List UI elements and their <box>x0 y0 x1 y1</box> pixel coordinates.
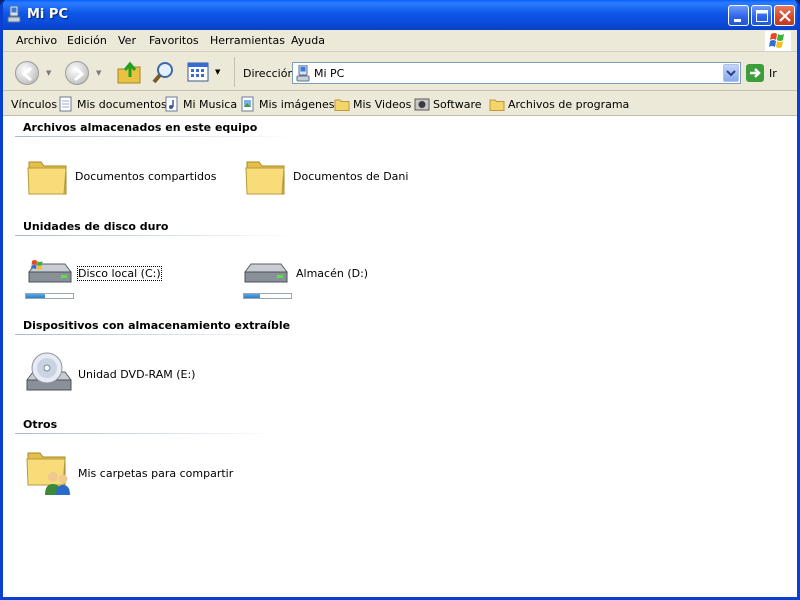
music-document-icon <box>165 96 178 112</box>
link-mis-imagenes[interactable]: Mis imágenes <box>240 95 335 113</box>
back-arrow-icon <box>21 66 32 82</box>
group-title-hdd: Unidades de disco duro <box>23 220 169 233</box>
views-icon <box>187 62 209 82</box>
windows-logo-icon <box>765 31 791 51</box>
folder-documentos-compartidos[interactable]: Documentos compartidos <box>25 156 217 196</box>
item-label: Mis carpetas para compartir <box>78 466 234 480</box>
item-label: Unidad DVD-RAM (E:) <box>78 367 196 381</box>
back-button[interactable] <box>15 61 39 85</box>
minimize-icon <box>734 19 741 22</box>
link-mi-musica[interactable]: Mi Musica <box>164 95 237 113</box>
item-label: Almacén (D:) <box>296 266 369 280</box>
forward-arrow-icon <box>74 66 85 82</box>
links-label: Vínculos <box>11 98 58 111</box>
address-input[interactable]: Mi PC <box>292 62 741 84</box>
link-label: Mi Musica <box>183 97 238 111</box>
dvd-drive-icon <box>26 352 72 391</box>
forward-button[interactable] <box>65 61 89 85</box>
explorer-window: Mi PC Archivo Edición Ver Favoritos Herr… <box>0 0 800 600</box>
address-label: Dirección <box>243 67 295 80</box>
minimize-button[interactable] <box>728 5 749 26</box>
go-label[interactable]: Ir <box>769 67 777 80</box>
group-divider <box>15 433 277 434</box>
group-divider <box>15 334 295 335</box>
arrow-right-icon <box>750 68 761 78</box>
drive-e-dvd[interactable]: Unidad DVD-RAM (E:) <box>25 350 195 398</box>
menu-favoritos[interactable]: Favoritos <box>149 34 199 47</box>
standard-toolbar: ▼ ▼ ▼ Dirección Mi PC Ir <box>3 53 797 91</box>
drive-d[interactable]: Almacén (D:) <box>243 256 368 290</box>
link-label: Mis Videos <box>353 97 412 111</box>
menu-edicion[interactable]: Edición <box>67 34 107 47</box>
group-title-stored: Archivos almacenados en este equipo <box>23 121 258 134</box>
address-value: Mi PC <box>314 67 345 80</box>
title-bar[interactable]: Mi PC <box>3 0 797 30</box>
close-icon <box>779 10 791 22</box>
link-software[interactable]: Software <box>414 95 482 113</box>
file-view[interactable]: Archivos almacenados en este equipo Docu… <box>3 116 797 597</box>
drive-d-usage-bar <box>243 293 292 299</box>
chevron-down-icon <box>726 70 736 77</box>
link-label: Archivos de programa <box>508 97 630 111</box>
menu-ayuda[interactable]: Ayuda <box>291 34 325 47</box>
item-label: Disco local (C:) <box>77 265 162 281</box>
group-divider <box>15 136 295 137</box>
shared-folder-icon <box>26 452 70 495</box>
image-document-icon <box>241 96 254 112</box>
views-button[interactable]: ▼ <box>185 60 227 86</box>
item-label: Documentos compartidos <box>75 169 217 183</box>
maximize-button[interactable] <box>751 5 772 26</box>
group-divider <box>15 235 295 236</box>
menu-ver[interactable]: Ver <box>118 34 136 47</box>
link-label: Mis documentos <box>77 97 167 111</box>
views-dropdown-icon: ▼ <box>215 68 221 76</box>
window-title: Mi PC <box>27 7 68 22</box>
folder-up-icon[interactable] <box>116 59 142 85</box>
hard-drive-windows-icon <box>28 260 72 283</box>
links-bar: Vínculos Mis documentos Mi Musica Mis im… <box>3 92 797 116</box>
computer-icon <box>296 65 310 82</box>
link-label: Mis imágenes <box>259 97 335 111</box>
address-dropdown-button[interactable] <box>723 64 739 82</box>
link-mis-documentos[interactable]: Mis documentos <box>58 95 167 113</box>
group-title-removable: Dispositivos con almacenamiento extraíbl… <box>23 319 291 332</box>
search-icon[interactable] <box>151 60 177 86</box>
folder-icon <box>334 99 350 111</box>
computer-icon <box>7 6 21 23</box>
link-mis-videos[interactable]: Mis Videos <box>334 95 411 113</box>
folder-icon <box>27 161 67 195</box>
menu-archivo[interactable]: Archivo <box>16 34 57 47</box>
folder-documentos-de-dani[interactable]: Documentos de Dani <box>243 156 408 196</box>
menu-herramientas[interactable]: Herramientas <box>210 34 285 47</box>
maximize-icon <box>756 10 768 22</box>
forward-dropdown-icon[interactable]: ▼ <box>96 69 101 77</box>
software-icon <box>414 98 430 111</box>
link-archivos-de-programa[interactable]: Archivos de programa <box>489 95 629 113</box>
menu-bar: Archivo Edición Ver Favoritos Herramient… <box>3 30 797 52</box>
link-label: Software <box>433 97 482 111</box>
document-icon <box>59 96 72 112</box>
folder-icon <box>245 161 285 195</box>
back-dropdown-icon[interactable]: ▼ <box>46 69 51 77</box>
go-button[interactable] <box>746 64 764 82</box>
folder-icon <box>489 99 505 111</box>
close-button[interactable] <box>774 5 795 26</box>
group-title-others: Otros <box>23 418 58 431</box>
drive-c[interactable]: Disco local (C:) <box>25 256 162 290</box>
drive-c-usage-bar <box>25 293 74 299</box>
item-label: Documentos de Dani <box>293 169 409 183</box>
hard-drive-icon <box>244 263 288 283</box>
folder-mis-carpetas-para-compartir[interactable]: Mis carpetas para compartir <box>25 449 233 497</box>
